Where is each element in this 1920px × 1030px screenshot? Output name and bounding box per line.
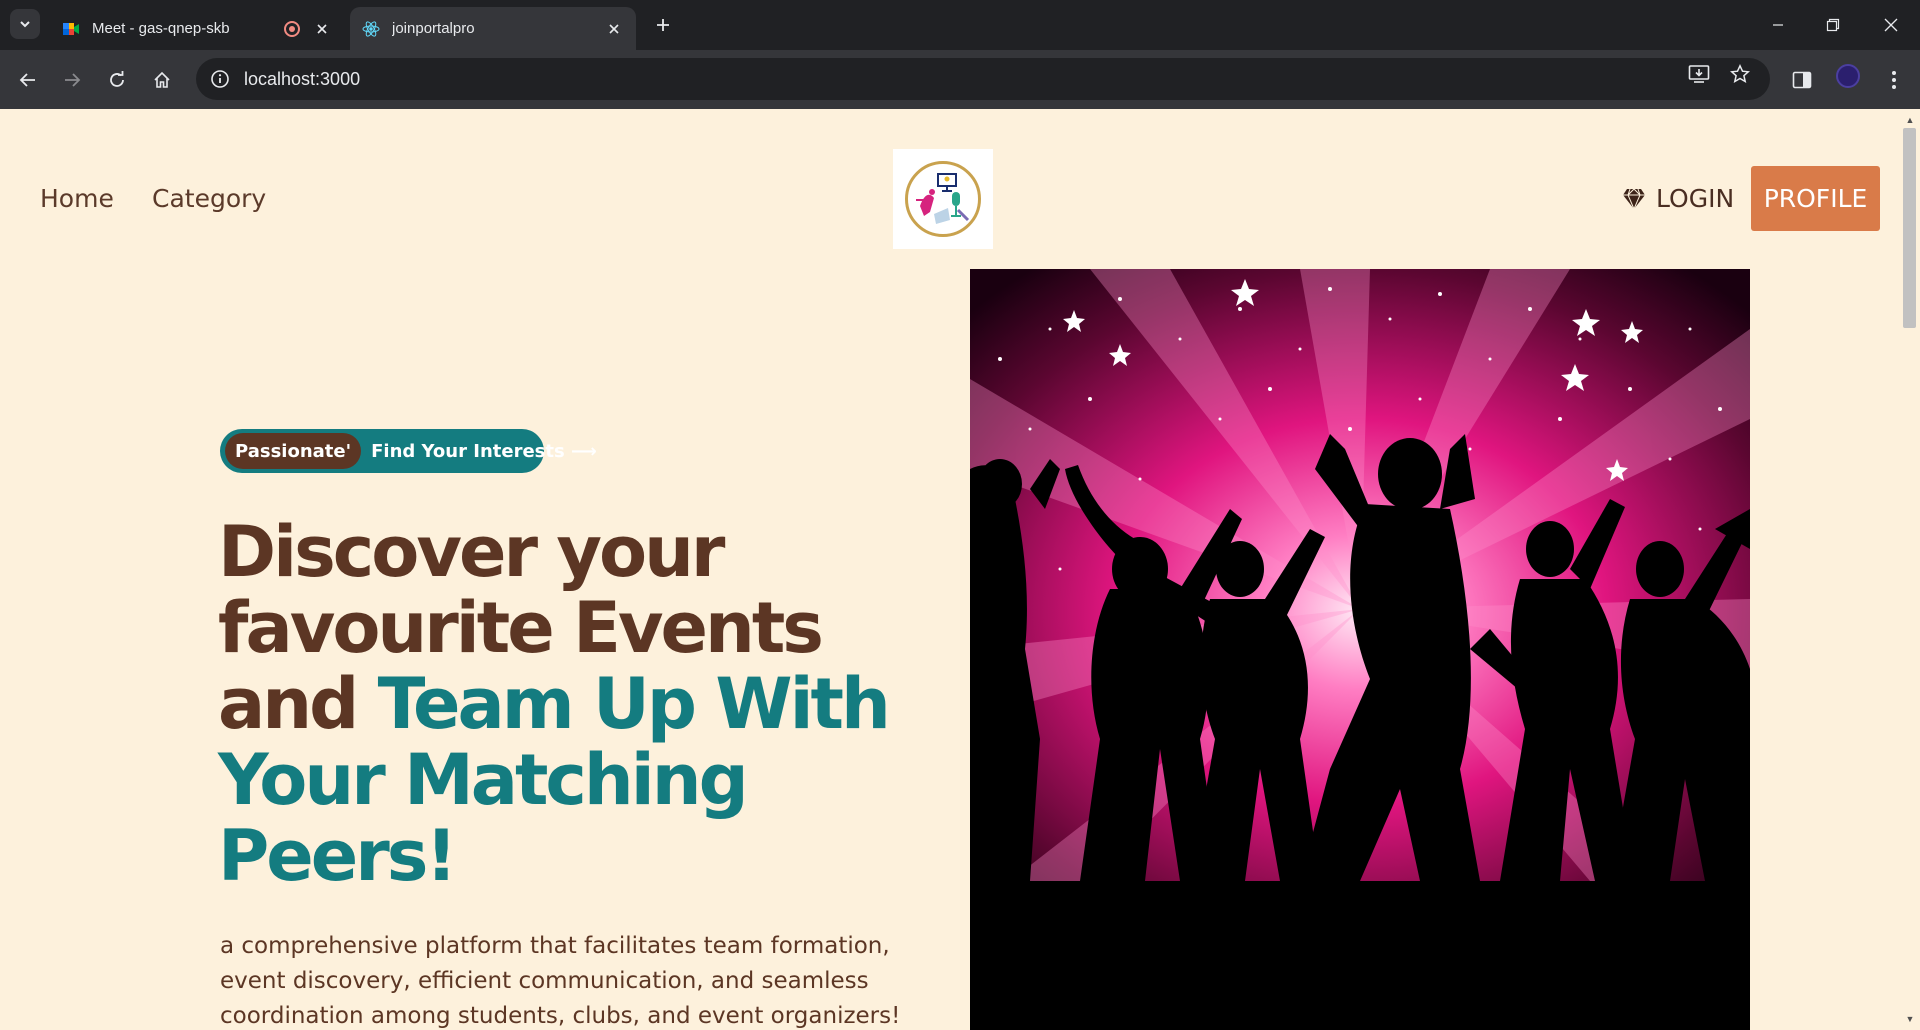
browser-toolbar: localhost:3000: [0, 50, 1920, 109]
hero-dance-image: [970, 269, 1750, 1030]
site-info-icon[interactable]: [208, 67, 232, 91]
close-window-button[interactable]: [1868, 10, 1914, 40]
new-tab-button[interactable]: [650, 12, 676, 38]
recording-icon: [284, 20, 300, 37]
login-label: LOGIN: [1656, 184, 1735, 213]
restore-icon: [1826, 18, 1840, 32]
arrow-right-icon: [65, 73, 81, 87]
react-icon: [362, 20, 380, 37]
google-meet-icon: [63, 22, 79, 35]
minimize-button[interactable]: [1755, 10, 1801, 40]
logo-emblem: [905, 161, 981, 237]
side-panel-button[interactable]: [1786, 64, 1818, 96]
close-icon[interactable]: [604, 19, 624, 39]
address-bar[interactable]: localhost:3000: [196, 58, 1770, 100]
forward-button[interactable]: [56, 64, 88, 96]
web-page: Home Category LOGIN PROFILE Passionate' …: [0, 109, 1900, 1030]
profile-button[interactable]: PROFILE: [1751, 166, 1880, 231]
diamond-icon: [1623, 187, 1645, 210]
badge-cta: Find Your Interests ⟶: [371, 440, 597, 462]
scrollbar-thumb[interactable]: [1903, 128, 1916, 328]
scroll-up-arrow-icon[interactable]: ▲: [1903, 113, 1917, 127]
plus-icon: [657, 19, 669, 31]
reload-button[interactable]: [101, 64, 133, 96]
install-app-button[interactable]: [1683, 58, 1715, 90]
scroll-down-arrow-icon[interactable]: ▼: [1903, 1012, 1917, 1026]
home-button[interactable]: [146, 64, 178, 96]
nav-home-link[interactable]: Home: [40, 184, 114, 213]
nav-category-link[interactable]: Category: [152, 184, 266, 213]
tab-title: joinportalpro: [392, 20, 475, 37]
restore-button[interactable]: [1810, 10, 1856, 40]
home-icon: [154, 71, 170, 88]
tab-search-button[interactable]: [10, 9, 40, 39]
browser-menu-button[interactable]: [1878, 64, 1910, 96]
tab-joinportalpro[interactable]: joinportalpro: [350, 7, 636, 50]
hero-title: Discover your favourite Events and Team …: [218, 514, 918, 894]
arrow-left-icon: [19, 73, 35, 87]
kebab-menu-icon: [1892, 71, 1896, 89]
tab-meet[interactable]: Meet - gas-qnep-skb: [50, 7, 344, 50]
site-logo[interactable]: [893, 149, 993, 249]
minimize-icon: [1773, 24, 1783, 26]
badge-tag: Passionate': [225, 433, 362, 469]
close-icon[interactable]: [312, 19, 332, 39]
profile-avatar[interactable]: [1836, 64, 1860, 88]
browser-tab-bar: Meet - gas-qnep-skb joinportalpro: [0, 0, 1920, 50]
back-button[interactable]: [12, 64, 44, 96]
side-panel-icon: [1792, 71, 1812, 89]
star-icon: [1730, 64, 1750, 84]
tab-title: Meet - gas-qnep-skb: [92, 20, 230, 37]
install-icon: [1688, 65, 1710, 83]
dancing-silhouettes-illustration: [970, 269, 1750, 1030]
url-text[interactable]: localhost:3000: [244, 69, 360, 90]
reload-icon: [110, 71, 124, 87]
chevron-down-icon: [20, 21, 30, 28]
bookmark-button[interactable]: [1724, 58, 1756, 90]
login-link[interactable]: LOGIN: [1622, 184, 1734, 213]
hero-description: a comprehensive platform that facilitate…: [220, 933, 901, 1029]
interests-badge[interactable]: Passionate' Find Your Interests ⟶: [220, 429, 597, 473]
close-icon: [1884, 18, 1898, 32]
